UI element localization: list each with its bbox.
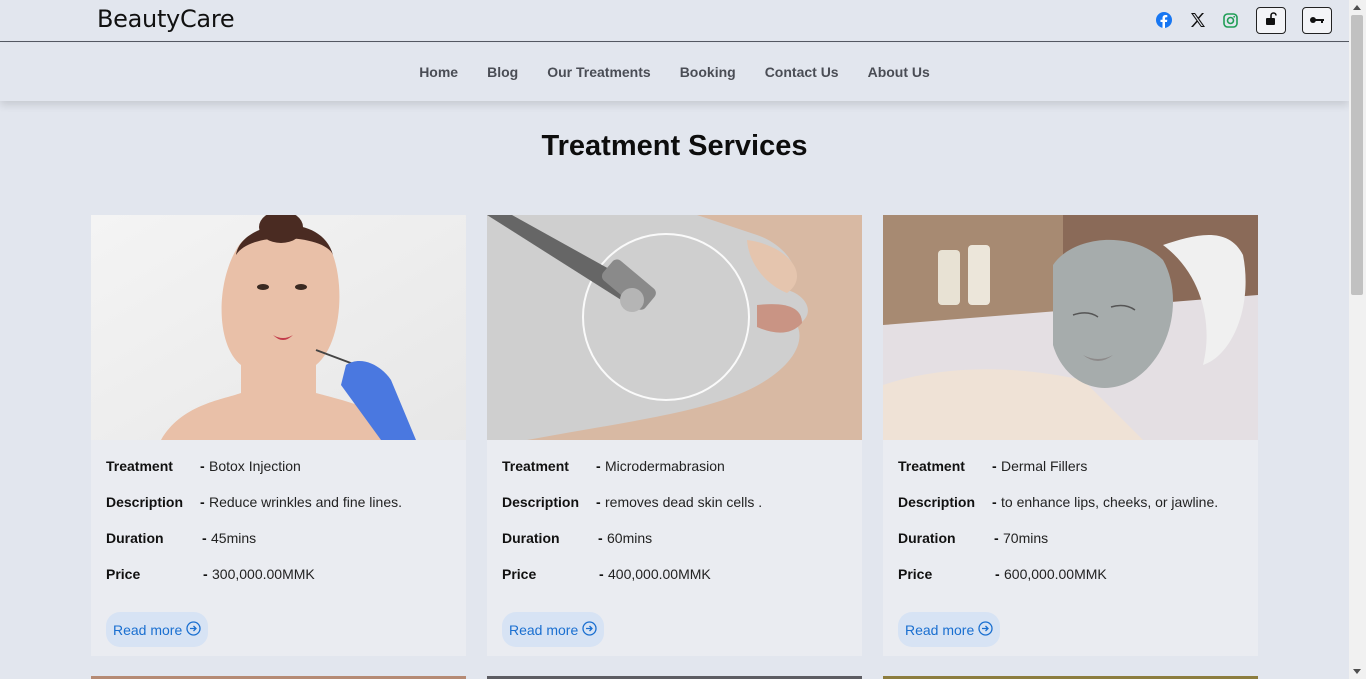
read-more-button[interactable]: Read more xyxy=(898,612,1001,647)
separator: - xyxy=(992,494,997,510)
treatment-label: Treatment xyxy=(106,458,173,474)
description-value: to enhance lips, cheeks, or jawline. xyxy=(1001,494,1219,510)
lock-icon xyxy=(1265,12,1277,29)
price-value: 300,000.00MMK xyxy=(212,566,315,582)
price-row: Price - 300,000.00MMK xyxy=(106,566,315,582)
description-row: Description - removes dead skin cells . xyxy=(502,494,762,510)
nav-item-blog[interactable]: Blog xyxy=(487,64,518,80)
duration-label: Duration xyxy=(898,530,956,546)
price-value: 400,000.00MMK xyxy=(608,566,711,582)
separator: - xyxy=(202,530,207,546)
treatment-card: Treatment - Botox Injection Description … xyxy=(91,215,466,656)
read-more-button[interactable]: Read more xyxy=(502,612,605,647)
separator: - xyxy=(596,494,601,510)
separator: - xyxy=(596,458,601,474)
price-value: 600,000.00MMK xyxy=(1004,566,1107,582)
treatment-label: Treatment xyxy=(898,458,965,474)
treatment-image xyxy=(91,215,466,440)
separator: - xyxy=(994,530,999,546)
description-label: Description xyxy=(106,494,184,510)
price-row: Price - 600,000.00MMK xyxy=(898,566,1107,582)
duration-value: 45mins xyxy=(211,530,257,546)
arrow-circle-right-icon xyxy=(186,620,201,639)
description-row: Description - to enhance lips, cheeks, o… xyxy=(898,494,1218,510)
arrow-circle-right-icon xyxy=(582,620,597,639)
duration-value: 60mins xyxy=(607,530,653,546)
nav-item-about-us[interactable]: About Us xyxy=(868,64,930,80)
duration-row: Duration - 45mins xyxy=(106,530,256,546)
duration-row: Duration - 70mins xyxy=(898,530,1048,546)
description-value: Reduce wrinkles and fine lines. xyxy=(209,494,402,510)
read-more-label: Read more xyxy=(113,621,183,638)
price-row: Price - 400,000.00MMK xyxy=(502,566,711,582)
read-more-label: Read more xyxy=(905,621,975,638)
nav-item-our-treatments[interactable]: Our Treatments xyxy=(547,64,650,80)
top-bar: BeautyCare xyxy=(0,0,1349,42)
x-icon[interactable] xyxy=(1188,11,1206,29)
treatment-value: Dermal Fillers xyxy=(1001,458,1088,474)
description-row: Description - Reduce wrinkles and fine l… xyxy=(106,494,402,510)
facebook-icon[interactable] xyxy=(1155,11,1173,29)
treatment-image xyxy=(883,215,1258,440)
separator: - xyxy=(598,530,603,546)
description-value: removes dead skin cells . xyxy=(605,494,763,510)
description-label: Description xyxy=(898,494,976,510)
description-label: Description xyxy=(502,494,580,510)
price-label: Price xyxy=(898,566,933,582)
main-nav: Home Blog Our Treatments Booking Contact… xyxy=(0,43,1349,101)
read-more-button[interactable]: Read more xyxy=(106,612,209,647)
separator: - xyxy=(200,458,205,474)
separator: - xyxy=(203,566,208,582)
treatment-value: Botox Injection xyxy=(209,458,301,474)
treatment-value: Microdermabrasion xyxy=(605,458,725,474)
separator: - xyxy=(200,494,205,510)
nav-item-contact-us[interactable]: Contact Us xyxy=(765,64,839,80)
scrollbar-thumb[interactable] xyxy=(1351,15,1363,295)
register-button[interactable] xyxy=(1302,7,1332,34)
treatment-label: Treatment xyxy=(502,458,569,474)
treatment-row: Treatment - Dermal Fillers xyxy=(898,458,1087,474)
brand-logo[interactable]: BeautyCare xyxy=(97,5,235,33)
treatment-card: Treatment - Microdermabrasion Descriptio… xyxy=(487,215,862,656)
nav-item-booking[interactable]: Booking xyxy=(680,64,736,80)
price-label: Price xyxy=(106,566,141,582)
treatment-row: Treatment - Microdermabrasion xyxy=(502,458,725,474)
duration-label: Duration xyxy=(502,530,560,546)
treatment-card: Treatment - Dermal Fillers Description -… xyxy=(883,215,1258,656)
key-icon xyxy=(1309,13,1325,28)
scroll-up-arrow-icon[interactable] xyxy=(1353,5,1361,10)
duration-value: 70mins xyxy=(1003,530,1049,546)
treatment-image xyxy=(487,215,862,440)
scroll-down-arrow-icon[interactable] xyxy=(1353,669,1361,674)
duration-row: Duration - 60mins xyxy=(502,530,652,546)
read-more-label: Read more xyxy=(509,621,579,638)
price-label: Price xyxy=(502,566,537,582)
vertical-scrollbar[interactable] xyxy=(1349,0,1366,679)
page-title: Treatment Services xyxy=(541,130,808,162)
login-button[interactable] xyxy=(1256,7,1286,34)
nav-item-home[interactable]: Home xyxy=(419,64,458,80)
separator: - xyxy=(995,566,1000,582)
separator: - xyxy=(992,458,997,474)
instagram-icon[interactable] xyxy=(1221,11,1239,29)
arrow-circle-right-icon xyxy=(978,620,993,639)
treatment-row: Treatment - Botox Injection xyxy=(106,458,301,474)
duration-label: Duration xyxy=(106,530,164,546)
separator: - xyxy=(599,566,604,582)
